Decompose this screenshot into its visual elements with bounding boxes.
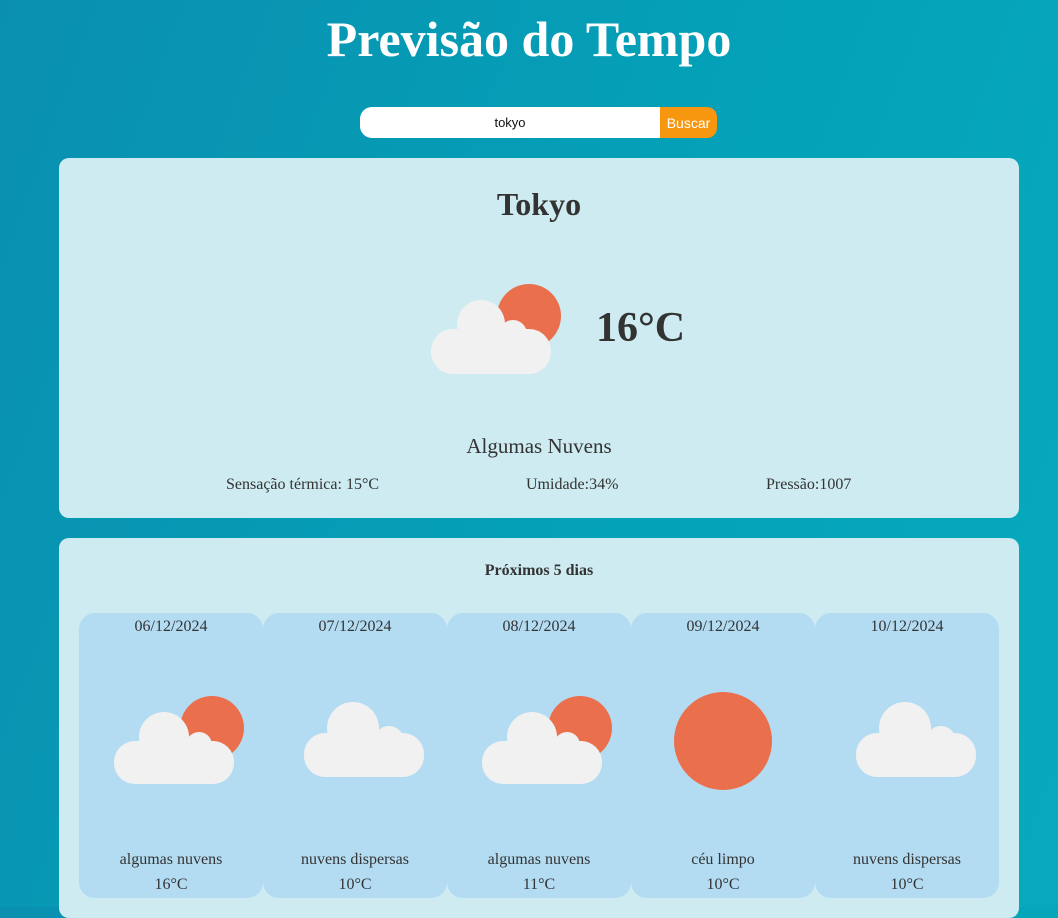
weather-description: Algumas Nuvens	[466, 434, 612, 458]
cloud-icon	[856, 702, 976, 777]
forecast-temperature: 10°C	[706, 876, 740, 893]
feels-like: Sensação térmica: 15°C	[226, 476, 380, 493]
forecast-temperature: 16°C	[154, 876, 188, 893]
current-weather-card: Tokyo 16°C Algumas Nuvens Sensação térmi…	[59, 158, 1019, 518]
forecast-description: céu limpo	[691, 851, 755, 868]
forecast-description: nuvens dispersas	[853, 851, 961, 868]
search-bar: Buscar	[360, 107, 717, 138]
forecast-date: 07/12/2024	[318, 618, 392, 635]
forecast-day: 07/12/2024 nuvens dispersas 10°C	[263, 613, 447, 898]
city-search-input[interactable]	[360, 107, 660, 138]
partly-cloudy-icon	[482, 696, 612, 784]
forecast-card: Próximos 5 dias 06/12/2024 algumas nuven…	[59, 538, 1019, 918]
forecast-day: 09/12/2024 céu limpo 10°C	[631, 613, 815, 898]
forecast-temperature: 11°C	[522, 876, 556, 893]
forecast-description: algumas nuvens	[487, 851, 591, 868]
forecast-date: 08/12/2024	[502, 618, 576, 635]
forecast-day: 08/12/2024 algumas nuvens 11°C	[447, 613, 631, 898]
forecast-date: 10/12/2024	[870, 618, 944, 635]
partly-cloudy-icon	[114, 696, 244, 784]
forecast-date: 06/12/2024	[134, 618, 208, 635]
current-temperature: 16°C	[596, 305, 686, 351]
partly-cloudy-icon	[431, 284, 561, 374]
forecast-day: 10/12/2024 nuvens dispersas 10°C	[815, 613, 999, 898]
sun-icon	[674, 692, 772, 790]
forecast-temperature: 10°C	[890, 876, 924, 893]
city-name: Tokyo	[496, 186, 582, 222]
forecast-description: algumas nuvens	[119, 851, 223, 868]
forecast-description: nuvens dispersas	[301, 851, 409, 868]
forecast-temperature: 10°C	[338, 876, 372, 893]
forecast-day: 06/12/2024 algumas nuvens 16°C	[79, 613, 263, 898]
forecast-title: Próximos 5 dias	[484, 562, 594, 579]
forecast-days: 06/12/2024 algumas nuvens 16°C 07/12/202…	[79, 613, 999, 898]
search-button[interactable]: Buscar	[660, 107, 717, 138]
humidity: Umidade:34%	[526, 476, 619, 493]
forecast-date: 09/12/2024	[686, 618, 760, 635]
pressure: Pressão:1007	[766, 476, 852, 493]
page-title: Previsão do Tempo	[326, 11, 732, 67]
cloud-icon	[304, 702, 424, 777]
